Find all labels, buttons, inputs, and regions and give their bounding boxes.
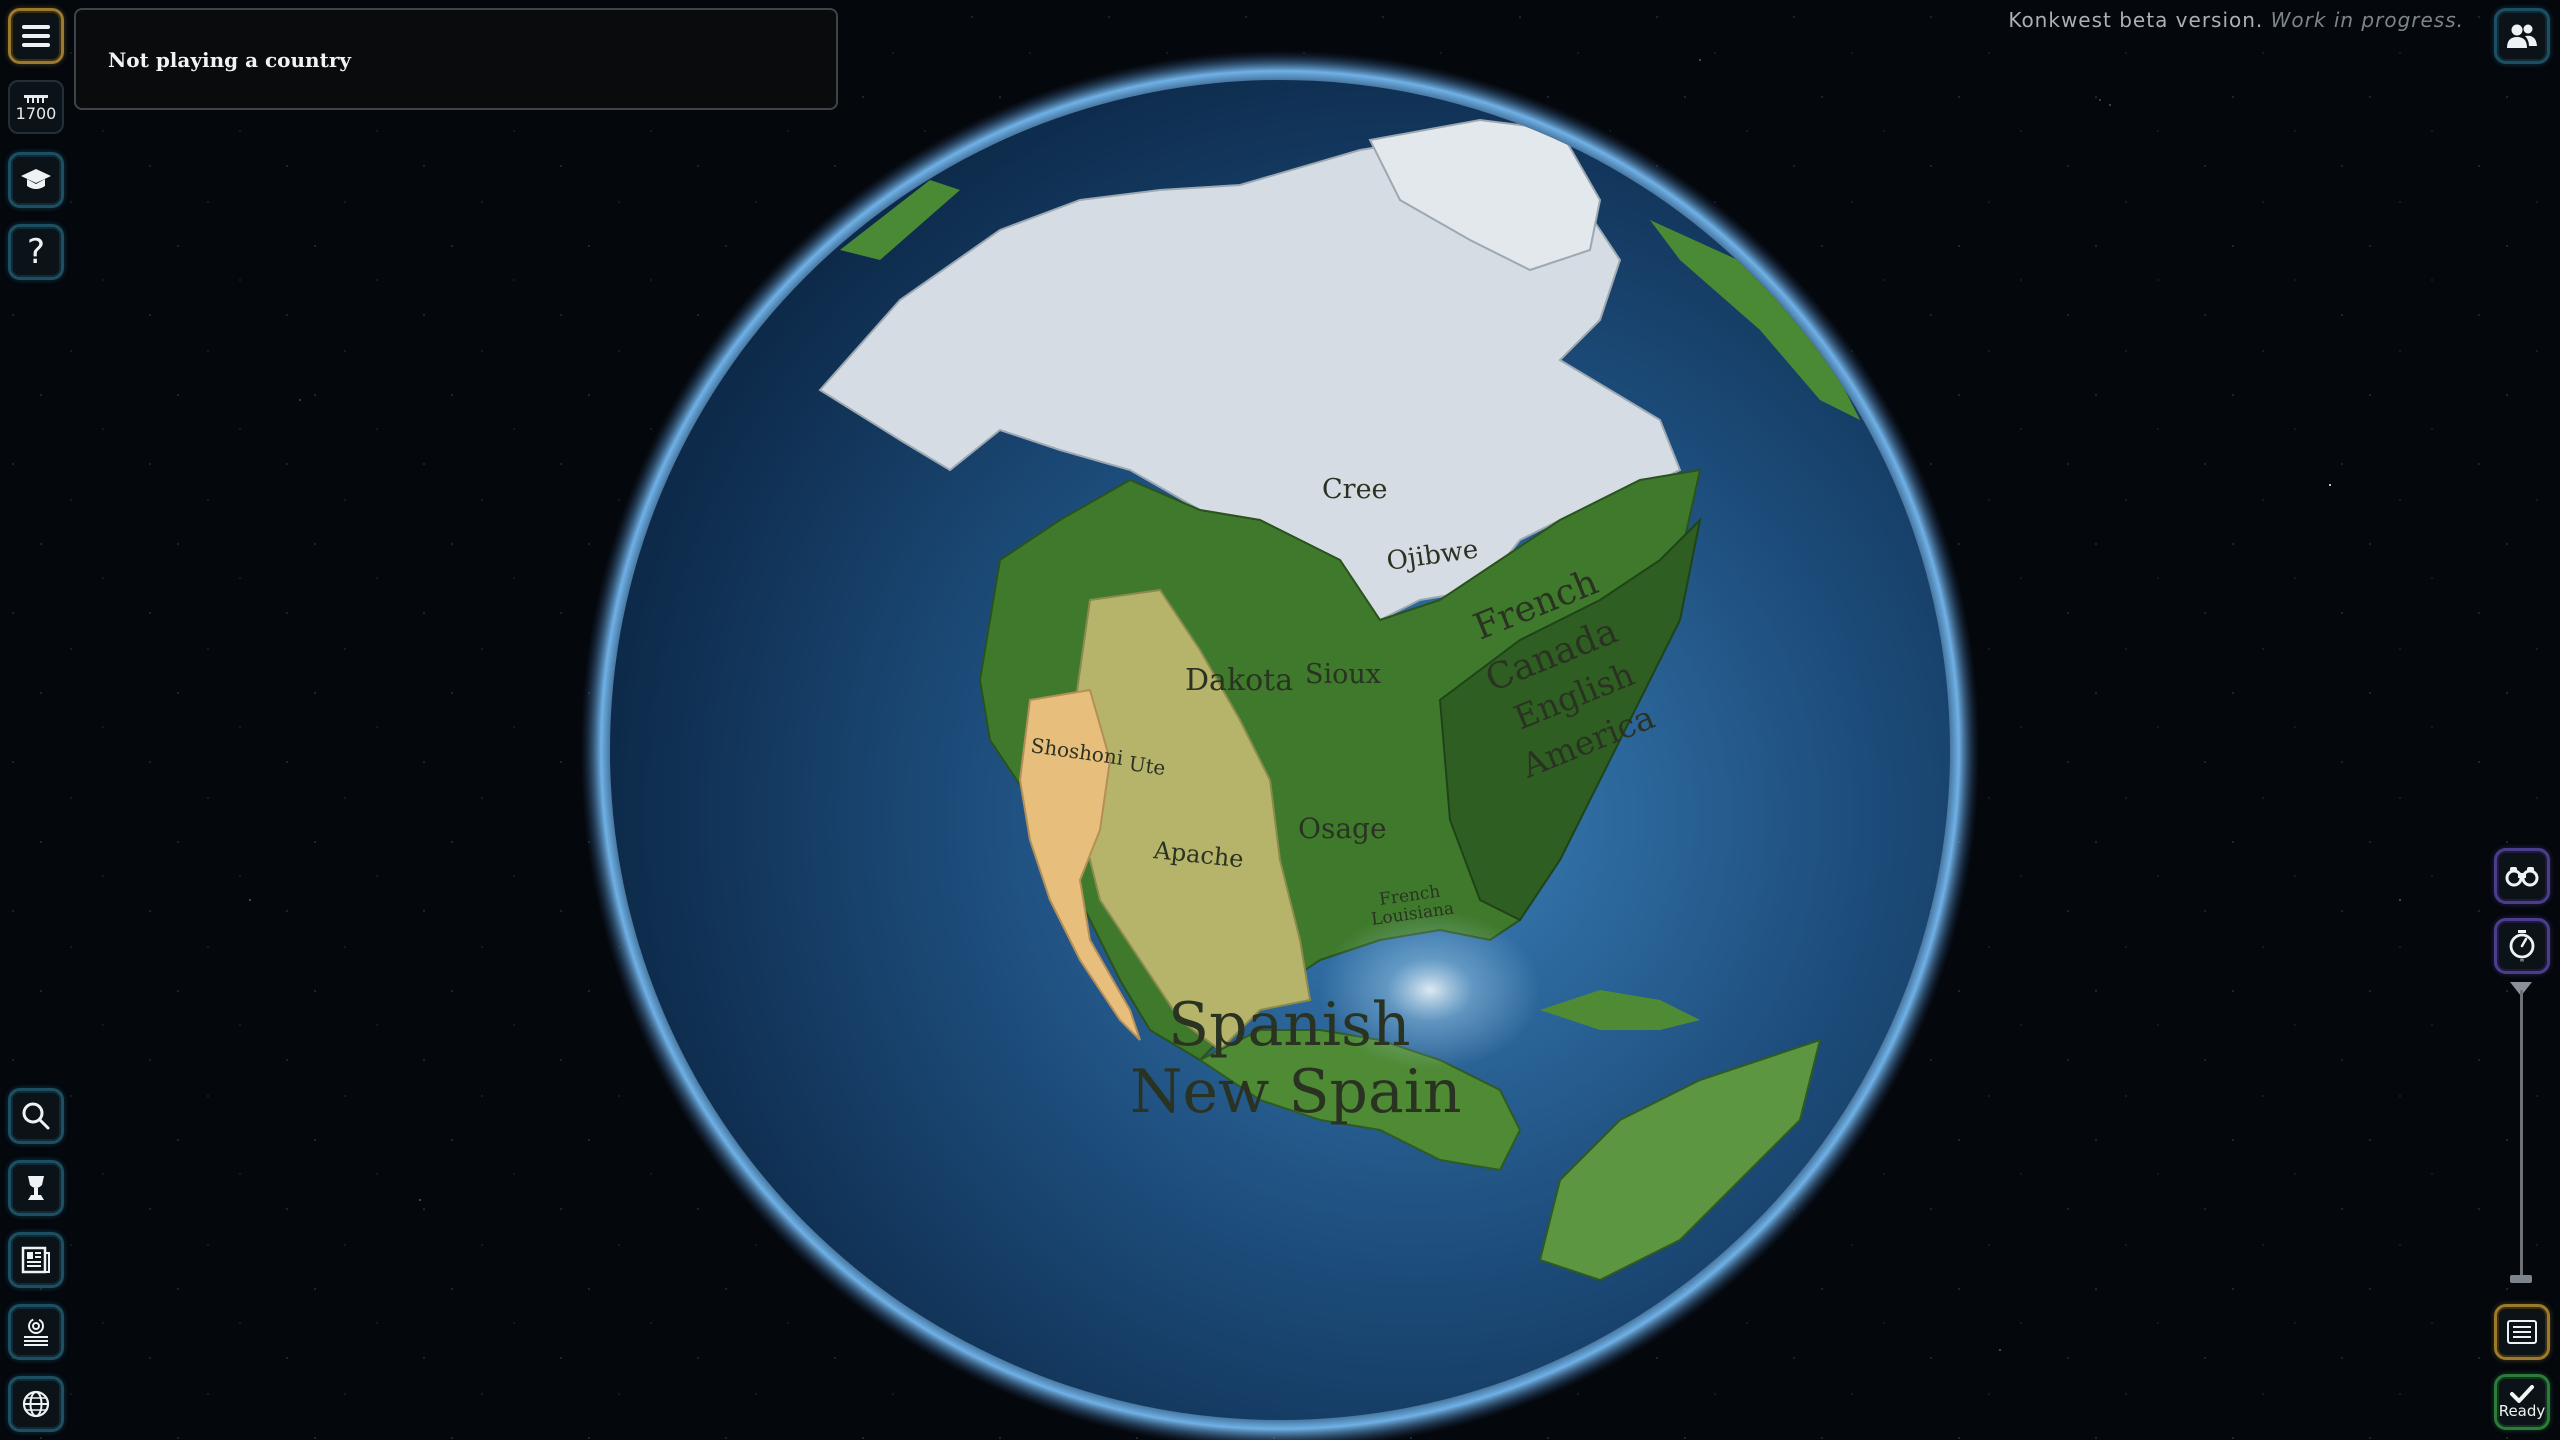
speed-slider[interactable] bbox=[2520, 990, 2523, 1280]
binoculars-button[interactable] bbox=[2494, 848, 2550, 904]
help-icon: ? bbox=[26, 232, 46, 272]
fingerprint-button[interactable] bbox=[8, 1304, 64, 1360]
ready-label: Ready bbox=[2498, 1402, 2546, 1420]
beta-title: Konkwest beta version. bbox=[2008, 8, 2264, 32]
academy-button[interactable] bbox=[8, 152, 64, 208]
world-globe[interactable]: Cree Ojibwe Dakota Sioux French Canada E… bbox=[0, 0, 2560, 1440]
svg-text:∞: ∞ bbox=[2520, 957, 2525, 963]
players-icon bbox=[2507, 24, 2537, 48]
globe-button[interactable] bbox=[8, 1376, 64, 1432]
status-text: Not playing a country bbox=[108, 48, 351, 72]
check-icon bbox=[2510, 1385, 2534, 1403]
menu-button[interactable] bbox=[8, 8, 64, 64]
news-icon bbox=[21, 1246, 50, 1274]
map-label-cree: Cree bbox=[1322, 474, 1388, 505]
beta-notice: Konkwest beta version. Work in progress. bbox=[2008, 8, 2464, 32]
list-icon bbox=[2507, 1320, 2537, 1344]
news-button[interactable] bbox=[8, 1232, 64, 1288]
status-panel: Not playing a country bbox=[74, 8, 838, 110]
players-button[interactable] bbox=[2494, 8, 2550, 64]
map-label-new-spain: New Spain bbox=[1130, 1057, 1462, 1127]
search-button[interactable] bbox=[8, 1088, 64, 1144]
search-icon bbox=[22, 1102, 50, 1130]
year-indicator[interactable]: 1700 bbox=[8, 80, 64, 134]
timer-icon: ∞ bbox=[2509, 930, 2535, 963]
academy-icon bbox=[21, 169, 51, 189]
globe-icon bbox=[22, 1390, 50, 1418]
ready-button[interactable]: Ready bbox=[2494, 1374, 2550, 1430]
fingerprint-icon bbox=[24, 1318, 48, 1346]
map-label-sioux: Sioux bbox=[1305, 659, 1381, 690]
binoculars-icon bbox=[2505, 867, 2539, 887]
trophy-button[interactable] bbox=[8, 1160, 64, 1216]
calendar-icon bbox=[24, 94, 48, 103]
help-button[interactable]: ? bbox=[8, 224, 64, 280]
trophy-icon bbox=[28, 1176, 44, 1200]
beta-note: Work in progress. bbox=[2270, 8, 2464, 32]
map-label-ute: Ute bbox=[1127, 751, 1167, 780]
map-label-spanish: Spanish bbox=[1168, 990, 1411, 1060]
speed-slider-handle[interactable] bbox=[2510, 1275, 2532, 1283]
map-label-dakota: Dakota bbox=[1185, 663, 1293, 698]
menu-icon bbox=[22, 25, 50, 47]
timer-button[interactable]: ∞ bbox=[2494, 918, 2550, 974]
year-value: 1700 bbox=[15, 103, 57, 123]
map-label-osage: Osage bbox=[1298, 812, 1387, 845]
list-button[interactable] bbox=[2494, 1304, 2550, 1360]
